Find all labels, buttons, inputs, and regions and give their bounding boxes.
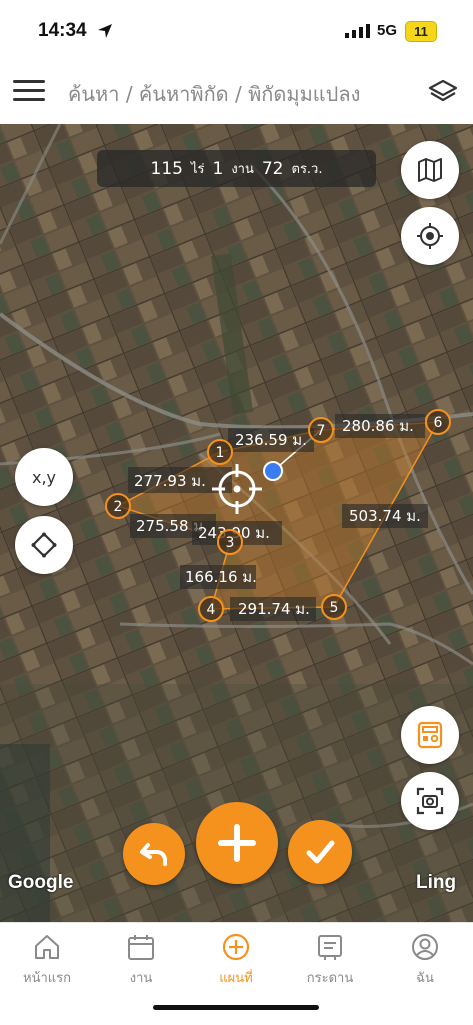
board-icon <box>318 935 342 960</box>
check-icon <box>306 840 335 864</box>
svg-text:1: 1 <box>216 445 225 461</box>
vertex-2[interactable]: 2 <box>105 493 131 519</box>
shape-button[interactable] <box>15 516 73 574</box>
edge-label-56: 503.74 ม. <box>349 507 421 525</box>
undo-icon <box>140 843 167 866</box>
vertex-4[interactable]: 4 <box>198 596 224 622</box>
signal-icon <box>345 24 370 38</box>
vertex-6[interactable]: 6 <box>425 409 451 435</box>
edge-label-45: 291.74 ม. <box>238 600 310 618</box>
plus-circle-icon <box>222 933 250 961</box>
add-point-button[interactable] <box>196 802 278 884</box>
home-indicator <box>153 1005 319 1010</box>
plus-icon <box>218 824 256 862</box>
vertex-7[interactable]: 7 <box>308 417 334 443</box>
calculator-button[interactable] <box>401 706 459 764</box>
area-ngan-value: 1 <box>212 158 224 179</box>
svg-text:6: 6 <box>434 415 443 431</box>
area-rai-unit: ไร่ <box>190 162 205 177</box>
location-arrow-icon <box>98 24 112 38</box>
tab-home-label: หน้าแรก <box>23 971 71 986</box>
status-time: 14:34 <box>38 20 87 41</box>
svg-text:7: 7 <box>317 423 326 439</box>
target-icon <box>417 223 443 249</box>
tab-map-label: แผนที่ <box>219 971 253 986</box>
map-type-button[interactable] <box>401 141 459 199</box>
tab-board-label: กระดาน <box>306 971 354 986</box>
network-type: 5G <box>377 22 398 39</box>
diamond-icon <box>31 532 57 558</box>
xy-label: x,y <box>31 467 57 487</box>
tab-work[interactable]: งาน <box>101 931 181 988</box>
battery-indicator: 11 <box>405 21 437 42</box>
current-location-dot <box>263 461 283 481</box>
edge-label-71: 236.59 ม. <box>235 431 307 449</box>
edge-label-12: 277.93 ม. <box>134 472 206 490</box>
tab-me[interactable]: ฉัน <box>385 931 465 988</box>
tab-board[interactable]: กระดาน <box>290 931 370 988</box>
confirm-button[interactable] <box>288 820 352 884</box>
area-wa-unit: ตร.ว. <box>291 162 323 177</box>
google-attribution: Google <box>8 872 74 893</box>
vertex-1[interactable]: 1 <box>207 439 233 465</box>
user-icon <box>412 934 438 960</box>
tab-me-label: ฉัน <box>416 971 434 986</box>
breadcrumb: ค้นหา / ค้นหาพิกัด / พิกัดมุมแปลง <box>68 82 361 106</box>
tab-map[interactable]: แผนที่ <box>196 931 276 988</box>
home-icon <box>35 935 59 959</box>
area-ngan-unit: งาน <box>231 162 254 177</box>
calendar-icon <box>128 935 154 960</box>
area-rai-value: 115 <box>150 158 183 179</box>
edge-label-34: 166.16 ม. <box>185 568 257 586</box>
status-bar: 14:34 5G 11 <box>0 0 473 60</box>
vertex-5[interactable]: 5 <box>321 594 347 620</box>
undo-button[interactable] <box>123 823 185 885</box>
svg-text:2: 2 <box>114 499 123 515</box>
layers-icon[interactable] <box>428 78 458 104</box>
svg-text:4: 4 <box>207 602 216 618</box>
svg-text:5: 5 <box>330 600 339 616</box>
tab-work-label: งาน <box>129 971 153 986</box>
map-icon <box>418 158 442 182</box>
area-summary: 115 ไร่ 1 งาน 72 ตร.ว. <box>97 150 376 187</box>
xy-button[interactable]: x,y <box>15 448 73 506</box>
vertex-3[interactable]: 3 <box>217 529 243 555</box>
area-wa-value: 72 <box>261 158 284 179</box>
camera-frame-icon <box>416 787 444 815</box>
edge-label-67: 280.86 ม. <box>342 417 414 435</box>
ling-attribution: Ling <box>416 872 457 893</box>
screenshot-button[interactable] <box>401 772 459 830</box>
my-location-button[interactable] <box>401 207 459 265</box>
svg-text:3: 3 <box>226 535 235 551</box>
calculator-icon <box>417 721 443 749</box>
menu-button[interactable] <box>13 80 45 102</box>
tab-home[interactable]: หน้าแรก <box>7 931 87 988</box>
